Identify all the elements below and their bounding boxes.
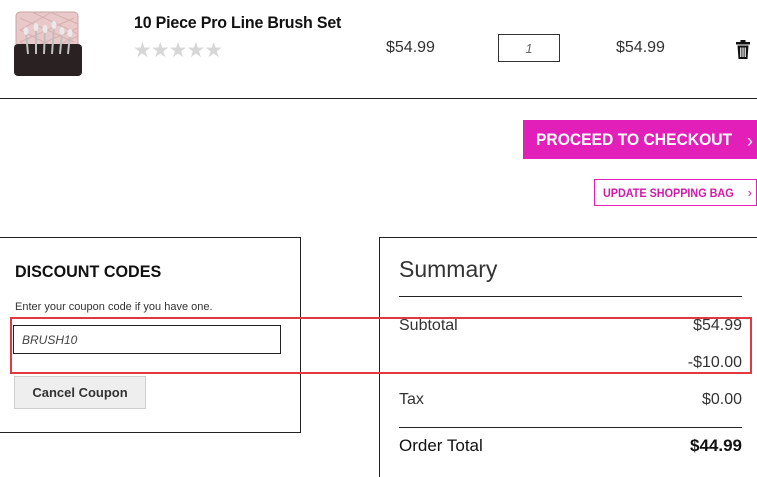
- product-name[interactable]: 10 Piece Pro Line Brush Set: [134, 13, 341, 33]
- unit-price: $54.99: [386, 39, 435, 56]
- chevron-right-icon: ›: [747, 185, 752, 200]
- subtotal-label: Subtotal: [399, 317, 458, 334]
- checkout-label: PROCEED TO CHECKOUT: [536, 129, 733, 149]
- line-total: $54.99: [616, 39, 665, 56]
- order-total-value: $44.99: [690, 436, 742, 455]
- cancel-coupon-button[interactable]: Cancel Coupon: [14, 376, 146, 409]
- discount-amount: -$10.00: [687, 354, 742, 371]
- summary-title: Summary: [399, 256, 498, 282]
- total-divider: [399, 427, 742, 428]
- trash-icon[interactable]: [735, 40, 751, 60]
- discount-codes-title: DISCOUNT CODES: [15, 262, 162, 281]
- order-total-label: Order Total: [399, 436, 483, 455]
- proceed-to-checkout-button[interactable]: PROCEED TO CHECKOUT ›: [523, 120, 757, 159]
- update-shopping-bag-button[interactable]: UPDATE SHOPPING BAG ›: [594, 179, 757, 206]
- quantity-input[interactable]: [498, 34, 560, 62]
- product-thumbnail[interactable]: [12, 10, 84, 78]
- chevron-right-icon: ›: [747, 131, 753, 151]
- update-label: UPDATE SHOPPING BAG: [603, 185, 734, 200]
- coupon-code-input[interactable]: [13, 325, 281, 354]
- summary-divider: [399, 296, 742, 297]
- coupon-hint: Enter your coupon code if you have one.: [15, 301, 213, 313]
- subtotal-value: $54.99: [693, 317, 742, 334]
- row-divider: [0, 98, 757, 99]
- tax-label: Tax: [399, 391, 424, 408]
- rating-stars: ★★★★★: [133, 39, 223, 62]
- tax-value: $0.00: [701, 391, 742, 408]
